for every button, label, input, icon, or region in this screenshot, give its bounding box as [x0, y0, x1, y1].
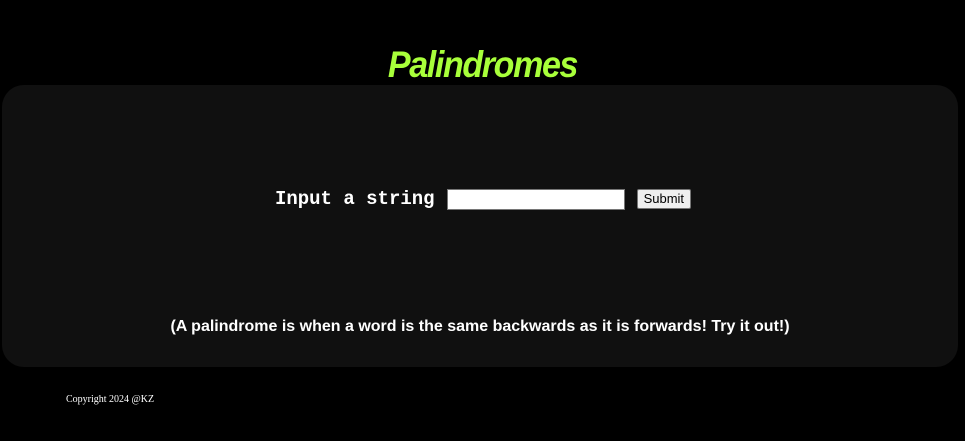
- string-input[interactable]: [446, 188, 625, 210]
- main-panel: Input a string Submit (A palindrome is w…: [2, 85, 958, 367]
- page-title: Palindromes: [387, 43, 579, 85]
- palindrome-form: Input a string Submit: [2, 187, 958, 211]
- copyright-text: Copyright 2024 @KZ: [66, 394, 155, 405]
- input-label: Input a string: [274, 188, 435, 210]
- submit-button[interactable]: Submit: [636, 189, 692, 209]
- palindrome-explanation: (A palindrome is when a word is the same…: [170, 318, 790, 335]
